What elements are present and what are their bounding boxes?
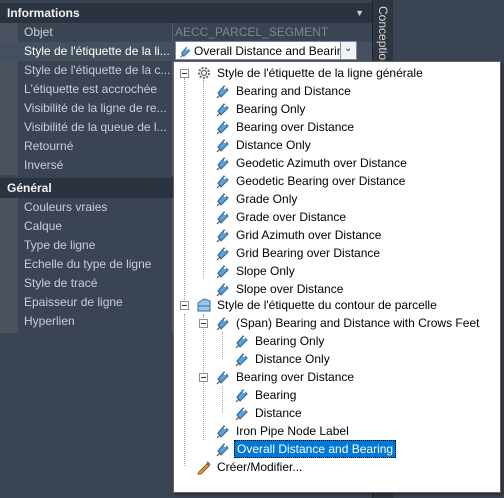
property-label: Objet <box>24 25 53 39</box>
tree-item-label: Bearing <box>255 388 297 402</box>
collapse-arrow-icon[interactable]: ▼ <box>355 3 364 23</box>
tree-item-label: Bearing over Distance <box>236 370 355 384</box>
property-row-object[interactable]: Objet AECC_PARCEL_SEGMENT <box>0 23 372 42</box>
property-label: Hyperlien <box>24 314 75 328</box>
property-label: Style de tracé <box>24 276 98 290</box>
tree-item-label: Grid Azimuth over Distance <box>236 228 382 242</box>
property-label: Style de l'étiquette de la c... <box>24 63 171 77</box>
collapse-toggle-icon[interactable] <box>199 319 208 328</box>
property-label: Type de ligne <box>24 238 96 252</box>
tree-item-label: (Span) Bearing and Distance with Crows F… <box>236 316 480 330</box>
label-style-icon <box>215 227 231 243</box>
label-style-icon <box>215 441 231 457</box>
gear-icon <box>196 65 212 81</box>
label-style-icon <box>215 119 231 135</box>
tree-item-label: Distance Only <box>255 352 330 366</box>
tree-item-label: Grid Bearing over Distance <box>236 246 381 260</box>
property-label: Echelle du type de ligne <box>24 257 152 271</box>
chevron-down-icon: ⌄ <box>344 43 353 54</box>
property-label: Epaisseur de ligne <box>24 295 123 309</box>
label-style-icon <box>215 101 231 117</box>
label-style-icon <box>234 405 250 421</box>
label-style-icon <box>234 387 250 403</box>
label-style-icon <box>215 173 231 189</box>
side-tab-label: Conception <box>376 6 390 67</box>
section-header-informations[interactable]: Informations ▼ <box>0 3 372 23</box>
label-style-icon <box>215 137 231 153</box>
tree-item-label: Grade Only <box>236 192 298 206</box>
tree-item-label: Slope Only <box>236 264 295 278</box>
combo-value: Overall Distance and Bearing <box>194 44 351 58</box>
property-label: Retourné <box>24 139 74 153</box>
tree-item-label: Bearing Only <box>236 102 306 116</box>
tree-item-label: Geodetic Azimuth over Distance <box>236 156 407 170</box>
tree-item-label: Distance Only <box>236 138 311 152</box>
label-style-icon <box>215 281 231 297</box>
property-label: Style de l'étiquette de la li... <box>24 44 170 58</box>
combo-dropdown-button[interactable]: ⌄ <box>340 42 356 59</box>
property-label: L'étiquette est accrochée <box>24 82 158 96</box>
label-style-icon <box>215 155 231 171</box>
property-label: Visibilité de la ligne de re... <box>24 101 167 115</box>
create-modify-label: Créer/Modifier... <box>217 460 303 474</box>
property-label: Visibilité de la queue de l... <box>24 120 167 134</box>
label-style-dropdown: Style de l'étiquette de la ligne général… <box>173 61 501 493</box>
property-label: Calque <box>24 219 63 233</box>
section-title: Général <box>7 181 52 195</box>
label-style-icon <box>215 191 231 207</box>
property-value: AECC_PARCEL_SEGMENT <box>175 25 329 39</box>
section-title: Informations <box>7 6 80 20</box>
property-label: Inversé <box>24 158 64 172</box>
tree-line <box>203 80 205 278</box>
properties-palette: Informations ▼ Objet AECC_PARCEL_SEGMENT… <box>0 0 504 498</box>
collapse-toggle-icon[interactable] <box>180 69 189 78</box>
tree-group-label: Style de l'étiquette de la ligne général… <box>217 66 423 80</box>
label-style-icon <box>234 351 250 367</box>
label-style-combo[interactable]: Overall Distance and Bearing ⌄ <box>175 41 357 60</box>
label-style-icon <box>215 423 231 439</box>
label-style-icon <box>215 83 231 99</box>
property-label: Couleurs vraies <box>24 200 108 214</box>
tree-line <box>222 386 224 413</box>
collapse-toggle-icon[interactable] <box>180 301 189 310</box>
label-style-icon <box>215 263 231 279</box>
tree-item-label: Iron Pipe Node Label <box>236 424 349 438</box>
label-style-icon <box>215 369 231 385</box>
tree-line <box>222 332 224 359</box>
tree-line <box>184 314 186 466</box>
tree-item-label: Bearing over Distance <box>236 120 355 134</box>
tree-item-label: Bearing and Distance <box>236 84 351 98</box>
collapse-toggle-icon[interactable] <box>199 373 208 382</box>
parcel-icon <box>196 297 212 313</box>
tree-item-label: Distance <box>255 406 302 420</box>
tree-item-label: Bearing Only <box>255 334 325 348</box>
tree-item-label: Overall Distance and Bearing <box>234 440 397 458</box>
label-style-icon <box>179 45 192 58</box>
tree-item-label: Geodetic Bearing over Distance <box>236 174 406 188</box>
edit-icon <box>196 459 212 475</box>
label-style-icon <box>215 209 231 225</box>
tree-line <box>184 78 186 306</box>
label-style-icon <box>215 245 231 261</box>
tree-group-label: Style de l'étiquette du contour de parce… <box>217 298 437 312</box>
tree-item-label: Grade over Distance <box>236 210 347 224</box>
label-style-icon <box>215 315 231 331</box>
label-style-icon <box>234 333 250 349</box>
